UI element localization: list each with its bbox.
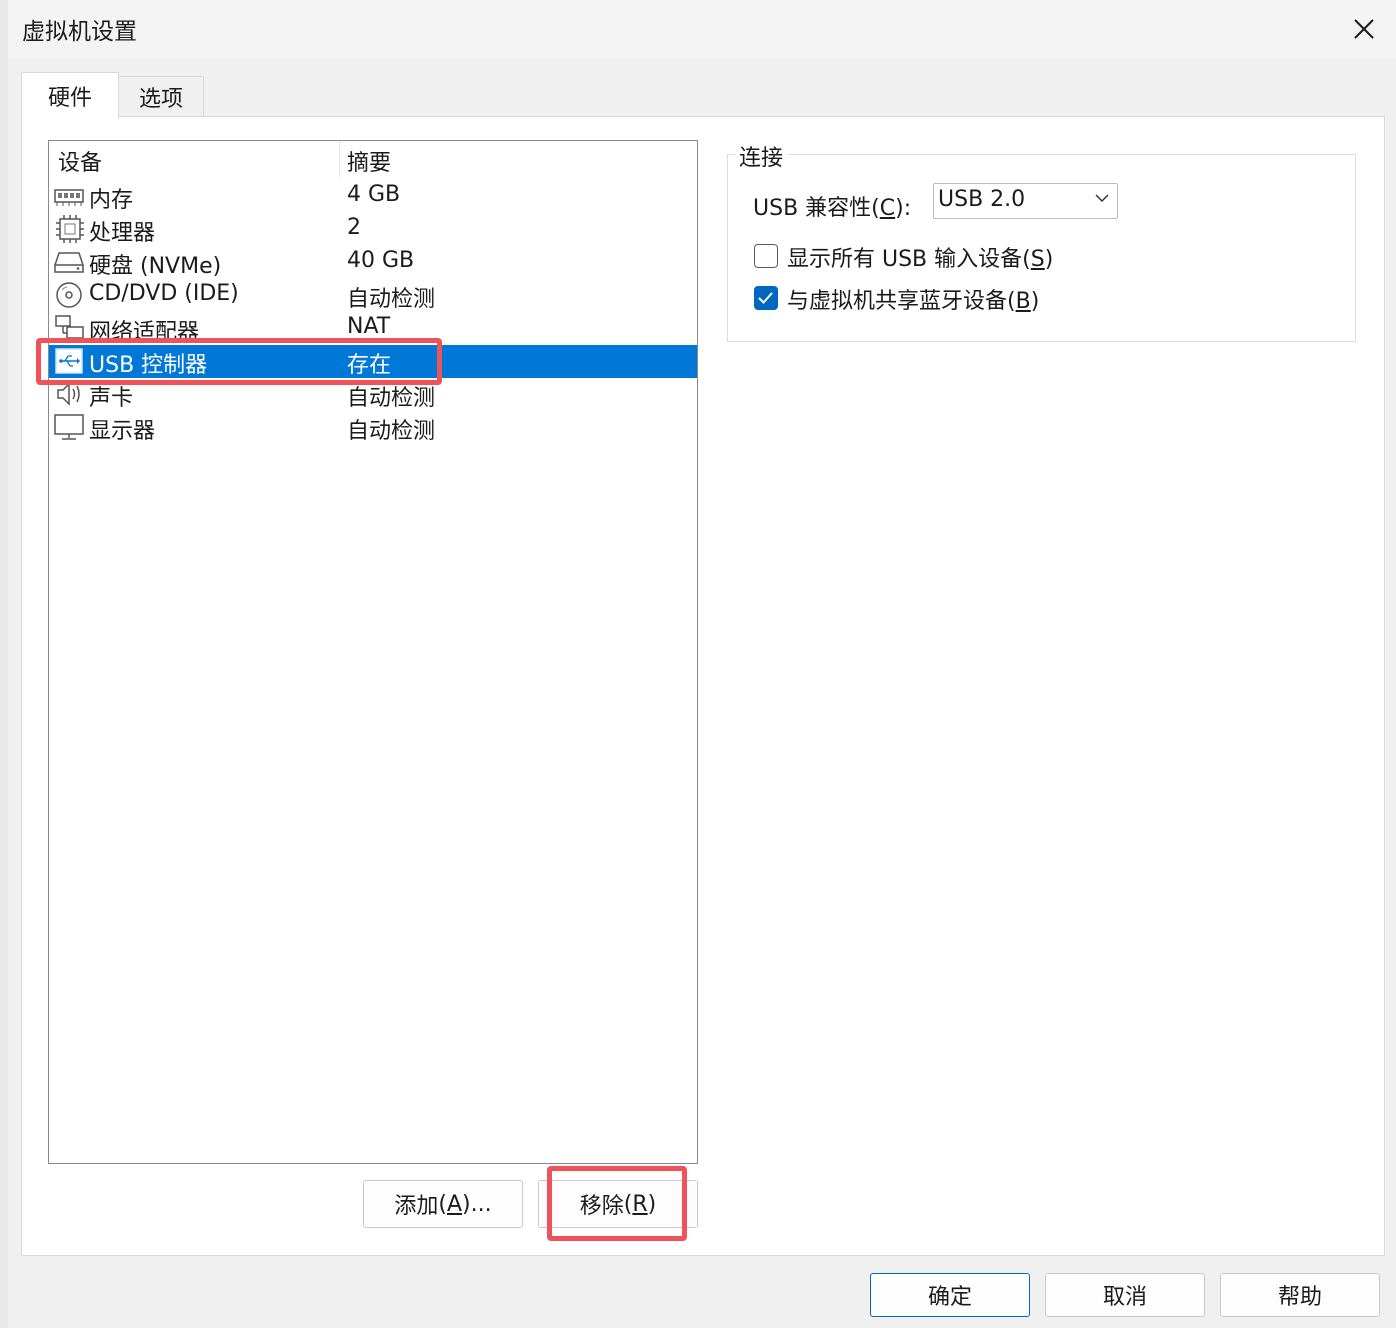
show-all-usb-label[interactable]: 显示所有 USB 输入设备(S): [787, 241, 1053, 273]
close-icon: [1354, 19, 1374, 39]
usb-compatibility-label: USB 兼容性(C):: [753, 196, 912, 221]
usb-icon: [55, 348, 83, 374]
checkmark-icon: [758, 292, 773, 304]
device-name: USB 控制器: [89, 353, 208, 378]
share-bluetooth-checkbox[interactable]: [754, 286, 778, 310]
usb-compatibility-label-text: USB 兼容性: [753, 196, 872, 221]
close-button[interactable]: [1344, 10, 1384, 48]
monitor-icon: [54, 414, 84, 440]
share-bluetooth-label-text: 与虚拟机共享蓝牙设备: [787, 289, 1008, 314]
device-name: 声卡: [89, 386, 134, 411]
tab-hardware[interactable]: 硬件: [21, 72, 119, 119]
remove-button-text: 移除: [579, 1194, 624, 1219]
column-separator[interactable]: [339, 141, 340, 177]
device-row-sound-card[interactable]: 声卡 自动检测: [49, 378, 697, 411]
add-button-mnemonic: A: [446, 1191, 463, 1217]
device-row-network-adapter[interactable]: 网络适配器 NAT: [49, 312, 697, 345]
chevron-down-icon: [1095, 194, 1109, 203]
device-list[interactable]: 设备 摘要 内存 4 GB 处理器 2 硬盘 (NVMe) 40 GB CD/D…: [48, 140, 698, 1164]
usb-compatibility-mnemonic: C: [879, 196, 896, 221]
show-all-usb-label-text: 显示所有 USB 输入设备: [787, 247, 1023, 272]
device-summary: 40 GB: [347, 248, 415, 273]
vm-settings-dialog: 虚拟机设置 硬件 选项 设备 摘要 内存 4 GB 处理器 2 硬盘 (NVMe…: [8, 0, 1396, 1328]
cd-dvd-icon: [56, 282, 82, 308]
help-button[interactable]: 帮助: [1220, 1273, 1380, 1317]
device-row-memory[interactable]: 内存 4 GB: [49, 180, 697, 213]
device-summary: 自动检测: [347, 419, 436, 444]
ok-button[interactable]: 确定: [870, 1273, 1030, 1317]
device-row-cd-dvd[interactable]: CD/DVD (IDE) 自动检测: [49, 279, 697, 312]
device-row-display[interactable]: 显示器 自动检测: [49, 411, 697, 444]
device-summary: 自动检测: [347, 386, 436, 411]
column-header-device[interactable]: 设备: [58, 145, 102, 177]
usb-compatibility-value: USB 2.0: [938, 187, 1026, 212]
show-all-usb-checkbox[interactable]: [754, 244, 778, 268]
device-row-hard-disk[interactable]: 硬盘 (NVMe) 40 GB: [49, 246, 697, 279]
memory-icon: [54, 189, 84, 206]
device-summary: 2: [347, 215, 361, 240]
device-name: 显示器: [89, 419, 156, 444]
add-button-text: 添加: [394, 1194, 439, 1219]
device-summary: 自动检测: [347, 287, 436, 312]
add-button-ellipsis: ...: [470, 1191, 492, 1217]
hard-disk-icon: [54, 252, 84, 273]
processor-icon: [56, 215, 84, 243]
usb-compatibility-select[interactable]: USB 2.0: [933, 183, 1118, 219]
device-row-processor[interactable]: 处理器 2: [49, 213, 697, 246]
network-adapter-icon: [55, 315, 84, 341]
device-summary: 存在: [347, 353, 392, 378]
remove-device-button[interactable]: 移除(R): [538, 1180, 698, 1228]
show-all-usb-mnemonic: S: [1030, 247, 1045, 272]
share-bluetooth-mnemonic: B: [1015, 289, 1031, 314]
remove-button-mnemonic: R: [632, 1191, 648, 1217]
device-summary: NAT: [347, 314, 391, 339]
device-name: 硬盘 (NVMe): [89, 254, 222, 279]
device-name: 处理器: [89, 221, 156, 246]
share-bluetooth-label[interactable]: 与虚拟机共享蓝牙设备(B): [787, 283, 1039, 315]
window-title: 虚拟机设置: [22, 19, 137, 45]
device-name: CD/DVD (IDE): [89, 281, 239, 306]
device-name: 网络适配器: [89, 320, 200, 345]
cancel-button[interactable]: 取消: [1045, 1273, 1205, 1317]
title-bar: 虚拟机设置: [8, 0, 1396, 58]
connection-group-title: 连接: [735, 140, 788, 172]
device-name: 内存: [89, 188, 134, 213]
tab-options[interactable]: 选项: [118, 76, 204, 117]
speaker-icon: [57, 382, 80, 406]
column-header-summary[interactable]: 摘要: [347, 145, 391, 177]
device-summary: 4 GB: [347, 182, 401, 207]
add-device-button[interactable]: 添加(A)...: [363, 1180, 523, 1228]
device-row-usb-controller[interactable]: USB 控制器 存在: [49, 345, 697, 378]
